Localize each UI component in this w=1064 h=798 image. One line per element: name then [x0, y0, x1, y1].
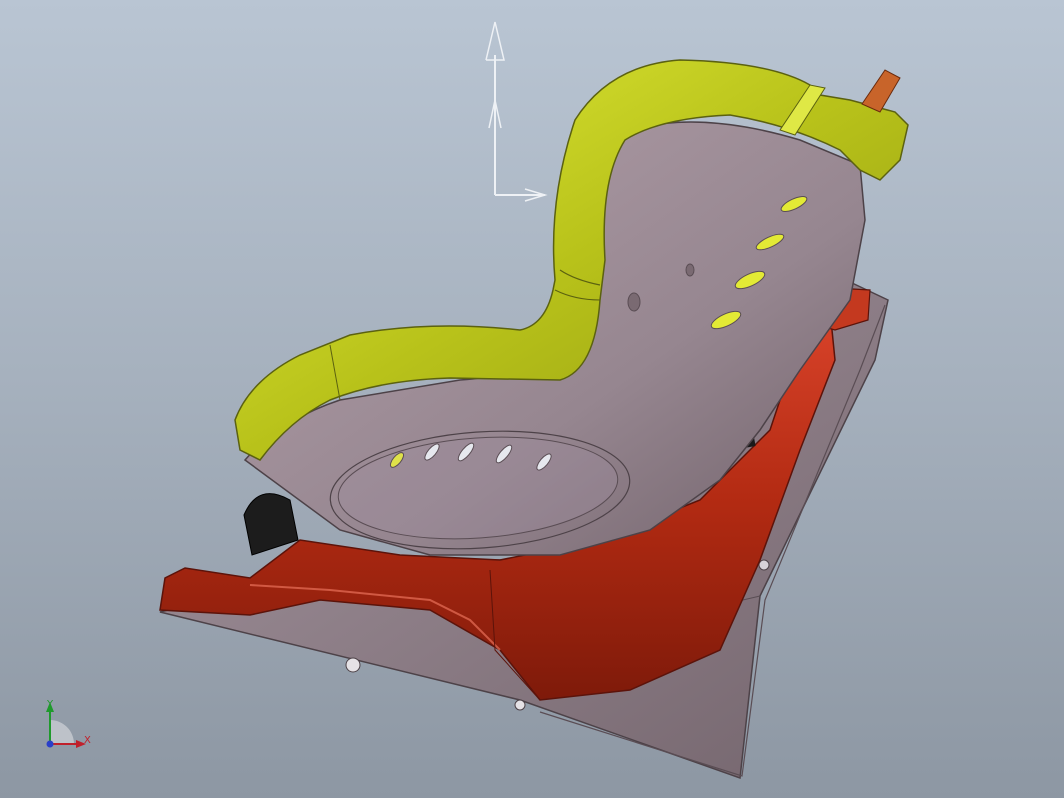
front-bumper [243, 493, 299, 556]
triad-x-label: X [84, 735, 91, 746]
base-hole [758, 559, 770, 571]
triad-y-label: Y [47, 699, 54, 710]
base-hole [345, 657, 361, 673]
3d-model-view[interactable] [0, 0, 1064, 798]
base-hole [514, 699, 526, 711]
origin-arrows [485, 21, 548, 202]
triad-axes [46, 702, 86, 748]
recline-handle[interactable] [861, 69, 901, 113]
view-triad[interactable]: X Y [34, 696, 104, 756]
graphics-viewport[interactable]: X Y [0, 0, 1064, 798]
